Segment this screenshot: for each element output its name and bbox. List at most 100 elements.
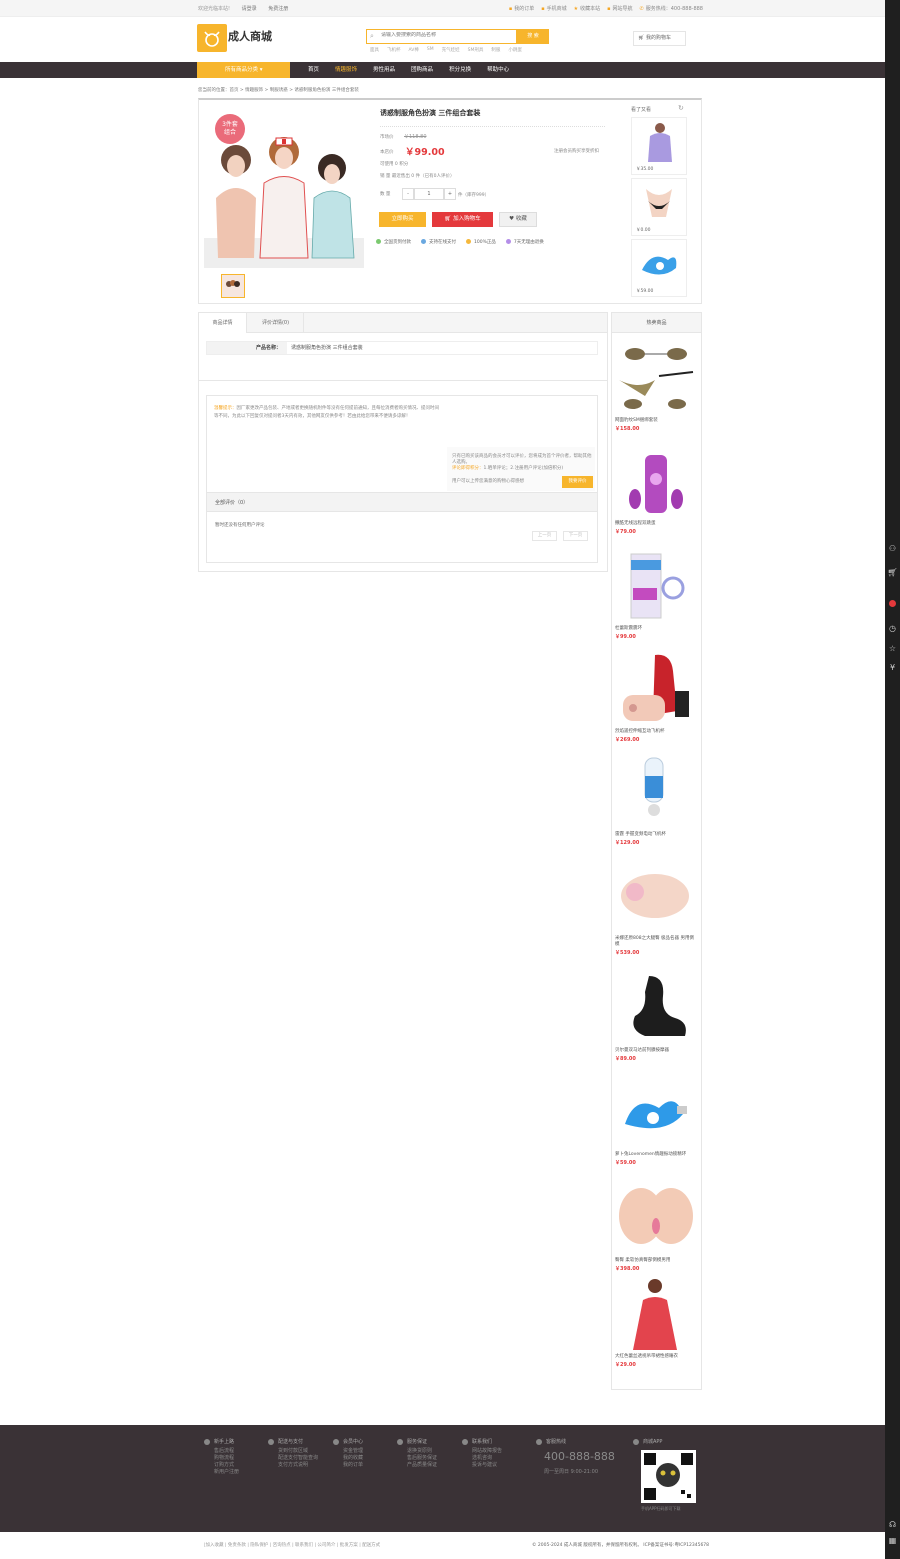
star-icon[interactable]: ☆ bbox=[887, 644, 898, 653]
add-to-cart-button[interactable]: 🛒︎ 加入购物车 bbox=[432, 212, 493, 227]
footer-link[interactable]: 资金管理 bbox=[333, 1448, 363, 1455]
footer-link[interactable]: 配送支付智能查询 bbox=[268, 1455, 318, 1462]
nav-item-help[interactable]: 帮助中心 bbox=[487, 62, 509, 78]
qty-plus-button[interactable]: + bbox=[444, 188, 456, 200]
nav-icon: ▪ bbox=[607, 6, 611, 12]
yen-icon[interactable]: ¥ bbox=[887, 663, 898, 672]
hot-product[interactable]: 雷霆 手握变频电动飞机杯 ￥129.00 bbox=[615, 754, 697, 846]
viewed-item[interactable]: ￥35.00 bbox=[631, 117, 687, 175]
hotword[interactable]: SM刑具 bbox=[468, 47, 484, 53]
product-thumbnail[interactable] bbox=[221, 274, 245, 298]
hotword[interactable]: SM bbox=[427, 47, 434, 53]
quantity-stepper: - 1 + bbox=[402, 188, 456, 200]
nav-item-group[interactable]: 团购商品 bbox=[411, 62, 433, 78]
bottom-links[interactable]: |加入收藏 | 免责条款 | 隐私保护 | 咨询热点 | 联系我们 | 公司简介… bbox=[204, 1542, 380, 1548]
mobile-shop-link[interactable]: ▪ 手机商城 bbox=[541, 5, 566, 12]
search-icon: ⌕ bbox=[370, 32, 374, 40]
hotword[interactable]: 小跳蛋 bbox=[508, 47, 522, 53]
truck-icon bbox=[268, 1438, 274, 1445]
quantity-label: 数 量 bbox=[380, 192, 391, 197]
footer-link[interactable]: 货到付款区域 bbox=[268, 1448, 318, 1455]
qr-icon[interactable]: ▦ bbox=[887, 1536, 898, 1545]
hot-product[interactable]: 贝尔曼双马达前列腺按摩器 ￥89.00 bbox=[615, 970, 697, 1062]
footer-link[interactable]: 售后服务保证 bbox=[397, 1455, 437, 1462]
refresh-icon[interactable]: ↻ bbox=[678, 104, 684, 112]
tab-details[interactable]: 商品详情 bbox=[199, 313, 247, 333]
footer-link[interactable]: 支付方式说明 bbox=[268, 1462, 318, 1469]
prev-page-button[interactable]: 上一页 bbox=[532, 531, 557, 541]
cart-icon[interactable]: 🛒︎ bbox=[887, 568, 898, 577]
cart-icon: 🛒︎ bbox=[444, 216, 452, 222]
footer-col: 服务保证 退换货原则 售后服务保证 产品质量保证 bbox=[397, 1438, 437, 1469]
login-link[interactable]: 请登录 bbox=[242, 6, 257, 12]
footer-link[interactable]: 售后流程 bbox=[204, 1448, 239, 1455]
cart-button[interactable]: 🛒︎ 我的购物车 bbox=[633, 31, 686, 46]
favorite-button[interactable]: ♥ 收藏 bbox=[499, 212, 537, 227]
no-reviews-text: 暂时还没有任何用户评论 bbox=[215, 523, 265, 528]
write-review-button[interactable]: 我要评价 bbox=[562, 476, 593, 488]
viewed-item[interactable]: ￥59.00 bbox=[631, 239, 687, 297]
register-link[interactable]: 免费注册 bbox=[268, 6, 288, 12]
star-icon: ★ bbox=[573, 6, 579, 12]
footer-link[interactable]: 投诉与建议 bbox=[462, 1462, 502, 1469]
divider bbox=[199, 380, 607, 381]
check-icon bbox=[376, 239, 381, 244]
phone-icon: ▪ bbox=[541, 6, 545, 12]
nav-item-lingerie[interactable]: 情趣服饰 bbox=[335, 62, 357, 78]
hotword[interactable]: AV棒 bbox=[409, 47, 419, 53]
footer-phone: 400-888-888 bbox=[544, 1450, 615, 1463]
history-icon[interactable]: ◷ bbox=[887, 624, 898, 633]
qty-minus-button[interactable]: - bbox=[402, 188, 414, 200]
footer-link[interactable]: 产品质量保证 bbox=[397, 1462, 437, 1469]
footer-link[interactable]: 我的收藏 bbox=[333, 1455, 363, 1462]
hot-product[interactable]: 网面豹纹SM捆绑套装 ￥158.00 bbox=[615, 340, 697, 432]
nav-item-male[interactable]: 男性用品 bbox=[373, 62, 395, 78]
app-qr-code[interactable] bbox=[641, 1450, 696, 1503]
hot-product[interactable]: 撒酷无线远程双跳蛋 ￥79.00 bbox=[615, 443, 697, 535]
buy-now-button[interactable]: 立即购买 bbox=[379, 212, 426, 227]
logo-icon[interactable] bbox=[197, 24, 227, 52]
card-icon bbox=[421, 239, 426, 244]
nav-item-points[interactable]: 积分兑换 bbox=[449, 62, 471, 78]
hot-product[interactable]: 大红色蕾丝透视吊带裙性感睡衣 ￥29.00 bbox=[615, 1276, 697, 1368]
footer-link[interactable]: 选机咨询 bbox=[462, 1455, 502, 1462]
footer-hours: 周一至周日 9:00-21:00 bbox=[544, 1469, 599, 1475]
footer-link[interactable]: 新用户注册 bbox=[204, 1469, 239, 1476]
hot-product[interactable]: 米娜还原808之大腿臀 极品名器 男用倒模 ￥539.00 bbox=[615, 858, 697, 956]
tel-icon: ✆ bbox=[639, 6, 644, 12]
footer-link[interactable]: 订购方式 bbox=[204, 1462, 239, 1469]
footer-link[interactable]: 购物流程 bbox=[204, 1455, 239, 1462]
footer-link[interactable]: 退换货原则 bbox=[397, 1448, 437, 1455]
logo-text[interactable]: 成人商城 bbox=[228, 28, 272, 44]
viewed-item[interactable]: ￥0.00 bbox=[631, 178, 687, 236]
qty-input[interactable]: 1 bbox=[414, 188, 444, 200]
all-categories-button[interactable]: 所有商品分类 ▾ bbox=[197, 62, 290, 78]
search-input[interactable] bbox=[381, 32, 511, 38]
hotword[interactable]: 制服 bbox=[491, 47, 500, 53]
bookmark-link[interactable]: ★ 收藏本站 bbox=[574, 5, 601, 12]
my-orders-link[interactable]: ▪ 我的订单 bbox=[509, 5, 534, 12]
hot-product[interactable]: 杜蕾斯震震环 ￥99.00 bbox=[615, 548, 697, 640]
footer-hotline: 客服热线 bbox=[536, 1438, 566, 1448]
param-key: 产品名称： bbox=[207, 342, 287, 354]
breadcrumb[interactable]: 您当前的位置：首页 > 情趣服饰 > 制服诱惑 > 诱惑制服角色扮演 三件组合套… bbox=[198, 87, 359, 93]
hot-product[interactable]: 烈焰遥控伸缩互动飞机杯 ￥269.00 bbox=[615, 651, 697, 743]
hot-product[interactable]: 萝卜兔Lovenomen情趣振动锁精环 ￥59.00 bbox=[615, 1074, 697, 1166]
market-price-label: 市场价 bbox=[380, 135, 394, 140]
hotword[interactable]: 飞机杯 bbox=[387, 47, 401, 53]
footer-link[interactable]: 网站故障报告 bbox=[462, 1448, 502, 1455]
hotline-text: ✆ 服务热线：400-888-888 bbox=[639, 6, 703, 12]
help-icon bbox=[204, 1438, 210, 1445]
footer-link[interactable]: 我的订单 bbox=[333, 1462, 363, 1469]
service-icon[interactable]: ☊ bbox=[887, 1520, 898, 1529]
search-button[interactable]: 搜 索 bbox=[517, 29, 549, 44]
site-nav-link[interactable]: ▪ 网站导航 bbox=[607, 5, 632, 12]
user-icon[interactable]: ⚇ bbox=[887, 544, 898, 553]
next-page-button[interactable]: 下一页 bbox=[563, 531, 588, 541]
hotword[interactable]: 面具 bbox=[370, 47, 379, 53]
nav-item-home[interactable]: 首页 bbox=[308, 62, 319, 78]
stock-info: 件（库存999） bbox=[458, 193, 490, 198]
hot-product[interactable]: 臀臀 柔软仿真臀部倒模男用 ￥398.00 bbox=[615, 1180, 697, 1272]
hotword[interactable]: 充气娃娃 bbox=[442, 47, 460, 53]
tab-reviews[interactable]: 评价详情(0) bbox=[248, 313, 304, 333]
